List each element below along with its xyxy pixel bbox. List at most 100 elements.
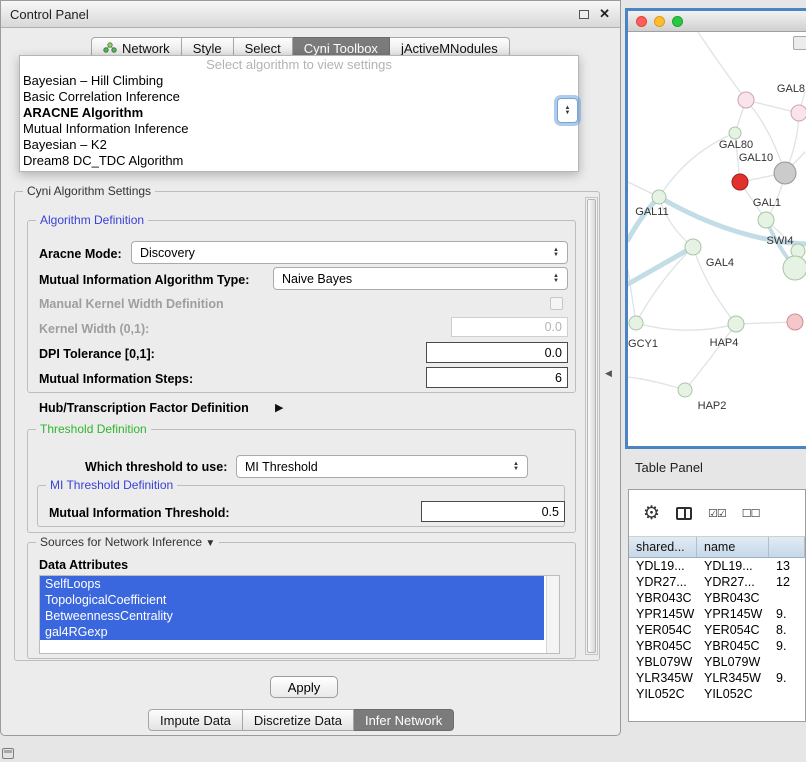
- close-icon[interactable]: ✕: [599, 6, 610, 22]
- attribute-item-betweennesscentrality[interactable]: BetweennessCentrality: [40, 608, 544, 624]
- network-edge[interactable]: [628, 247, 693, 284]
- apply-button[interactable]: Apply: [270, 676, 338, 698]
- minimize-traffic-light[interactable]: [654, 16, 665, 27]
- network-node-gal10[interactable]: [774, 162, 796, 184]
- float-window-icon[interactable]: [579, 10, 589, 19]
- network-edge[interactable]: [698, 32, 746, 100]
- bottom-tab-discretize-data[interactable]: Discretize Data: [243, 709, 354, 731]
- table-row[interactable]: YBR045CYBR045C9.: [629, 638, 805, 654]
- canvas-corner-button[interactable]: [793, 36, 806, 50]
- network-canvas[interactable]: GAL80GAL8GAL10GAL11GAL1SWI4GAL4GCY1HAP4H…: [628, 32, 806, 446]
- list-scrollbar[interactable]: [546, 576, 559, 653]
- dpi-tolerance-field[interactable]: [426, 342, 568, 363]
- mi-threshold-field[interactable]: [421, 501, 565, 522]
- network-node[interactable]: [787, 314, 803, 330]
- table-columns-icon[interactable]: [676, 507, 692, 520]
- network-edge[interactable]: [628, 197, 659, 240]
- table-row[interactable]: YDL19...YDL19...13: [629, 558, 805, 574]
- network-edge[interactable]: [636, 323, 736, 330]
- network-node-gal1[interactable]: [758, 212, 774, 228]
- unchecked-boxes-icon[interactable]: ☐☐: [742, 507, 760, 520]
- scrollbar-thumb[interactable]: [587, 199, 596, 653]
- network-node[interactable]: [783, 256, 806, 280]
- network-node-hap2[interactable]: [678, 383, 692, 397]
- kernel-width-field[interactable]: [451, 317, 568, 337]
- table-cell: YLR345W: [697, 670, 769, 686]
- network-node-gal4[interactable]: [685, 239, 701, 255]
- table-cell: YIL052C: [697, 686, 769, 702]
- table-row[interactable]: YIL052CYIL052C: [629, 686, 805, 702]
- network-node[interactable]: [791, 105, 806, 121]
- table-row[interactable]: YPR145WYPR145W9.: [629, 606, 805, 622]
- table-row[interactable]: YDR27...YDR27...12: [629, 574, 805, 590]
- table-rows: YDL19...YDL19...13YDR27...YDR27...12YBR0…: [629, 558, 805, 721]
- bottom-tab-impute-data-label: Impute Data: [160, 713, 231, 728]
- node-label-swi4: SWI4: [767, 235, 794, 247]
- which-threshold-combobox[interactable]: MI Threshold ▲▼: [236, 455, 528, 478]
- settings-scrollbar[interactable]: [585, 197, 598, 655]
- network-node-gal11[interactable]: [652, 190, 666, 204]
- column-header-2[interactable]: [769, 537, 805, 557]
- dropdown-item-bayesian-hill-climbing[interactable]: Bayesian – Hill Climbing: [20, 73, 578, 89]
- dropdown-item-mutual-information-inference[interactable]: Mutual Information Inference: [20, 121, 578, 137]
- network-node-gal80[interactable]: [729, 127, 741, 139]
- bottom-tab-discretize-data-label: Discretize Data: [254, 713, 342, 728]
- mi-type-combobox[interactable]: Naive Bayes ▲▼: [273, 267, 568, 290]
- table-row[interactable]: YBR043CYBR043C: [629, 590, 805, 606]
- bottom-tab-infer-network[interactable]: Infer Network: [354, 709, 454, 731]
- control-panel-titlebar: Control Panel ✕: [1, 1, 620, 28]
- checked-boxes-icon[interactable]: ☑☑: [708, 507, 726, 520]
- bottom-tab-impute-data[interactable]: Impute Data: [148, 709, 243, 731]
- network-node-hap4[interactable]: [728, 316, 744, 332]
- table-cell: 9.: [769, 606, 805, 622]
- algorithm-combobox-button[interactable]: ▲▼: [557, 98, 578, 123]
- network-edge[interactable]: [685, 324, 736, 390]
- close-traffic-light[interactable]: [636, 16, 647, 27]
- attribute-item-selfloops[interactable]: SelfLoops: [40, 576, 544, 592]
- dropdown-item-basic-correlation-inference[interactable]: Basic Correlation Inference: [20, 89, 578, 105]
- attribute-item-gal4rgexp[interactable]: gal4RGexp: [40, 624, 544, 640]
- gear-icon[interactable]: ⚙: [643, 502, 660, 525]
- node-label-hap2: HAP2: [698, 400, 727, 412]
- column-header-name[interactable]: name: [697, 537, 769, 557]
- table-row[interactable]: YLR345WYLR345W9.: [629, 670, 805, 686]
- network-node-gcy1[interactable]: [629, 316, 643, 330]
- expand-right-icon[interactable]: ▶: [275, 401, 283, 414]
- column-header-shared[interactable]: shared...: [629, 537, 697, 557]
- collapse-down-icon[interactable]: ▼: [205, 538, 215, 549]
- data-attributes-label: Data Attributes: [39, 558, 128, 572]
- table-cell: YDR27...: [697, 574, 769, 590]
- table-row[interactable]: YER054CYER054C8.: [629, 622, 805, 638]
- collapsed-panel-icon[interactable]: [2, 748, 14, 759]
- cyni-settings-title: Cyni Algorithm Settings: [23, 184, 155, 198]
- aracne-mode-combobox[interactable]: Discovery ▲▼: [131, 241, 568, 264]
- data-attributes-list[interactable]: SelfLoopsTopologicalCoefficientBetweenne…: [39, 575, 560, 654]
- dropdown-item-bayesian-k2[interactable]: Bayesian – K2: [20, 137, 578, 153]
- zoom-traffic-light[interactable]: [672, 16, 683, 27]
- dropdown-item-dream8-dc-tdc-algorithm[interactable]: Dream8 DC_TDC Algorithm: [20, 153, 578, 169]
- node-label-gal11: GAL11: [635, 206, 668, 218]
- combo-arrows-icon: ▲▼: [513, 462, 519, 472]
- dropdown-item-aracne-algorithm[interactable]: ARACNE Algorithm: [20, 105, 578, 121]
- mi-steps-field[interactable]: [426, 367, 568, 388]
- sources-title: Sources for Network Inference: [40, 535, 202, 549]
- table-toolbar: ⚙ ☑☑ ☐☐: [629, 490, 805, 537]
- mi-threshold-group-title: MI Threshold Definition: [46, 478, 177, 492]
- network-edge[interactable]: [636, 247, 693, 323]
- network-edge[interactable]: [628, 377, 685, 390]
- network-node[interactable]: [738, 92, 754, 108]
- splitter-collapse-icon[interactable]: ◀: [605, 368, 612, 379]
- table-cell: YBR045C: [697, 638, 769, 654]
- algorithm-definition-title: Algorithm Definition: [36, 213, 148, 227]
- node-label-gal1: GAL1: [753, 197, 781, 209]
- attribute-item-topologicalcoefficient[interactable]: TopologicalCoefficient: [40, 592, 544, 608]
- node-label-gal8: GAL8: [777, 83, 805, 95]
- control-panel-title: Control Panel: [10, 7, 89, 22]
- manual-kernel-checkbox[interactable]: [550, 297, 563, 310]
- tab-style-label: Style: [193, 41, 222, 56]
- combo-arrows-icon: ▲▼: [553, 248, 559, 258]
- network-node[interactable]: [732, 174, 748, 190]
- table-row[interactable]: YBL079WYBL079W: [629, 654, 805, 670]
- aracne-mode-value: Discovery: [140, 246, 195, 260]
- network-edge[interactable]: [736, 322, 795, 324]
